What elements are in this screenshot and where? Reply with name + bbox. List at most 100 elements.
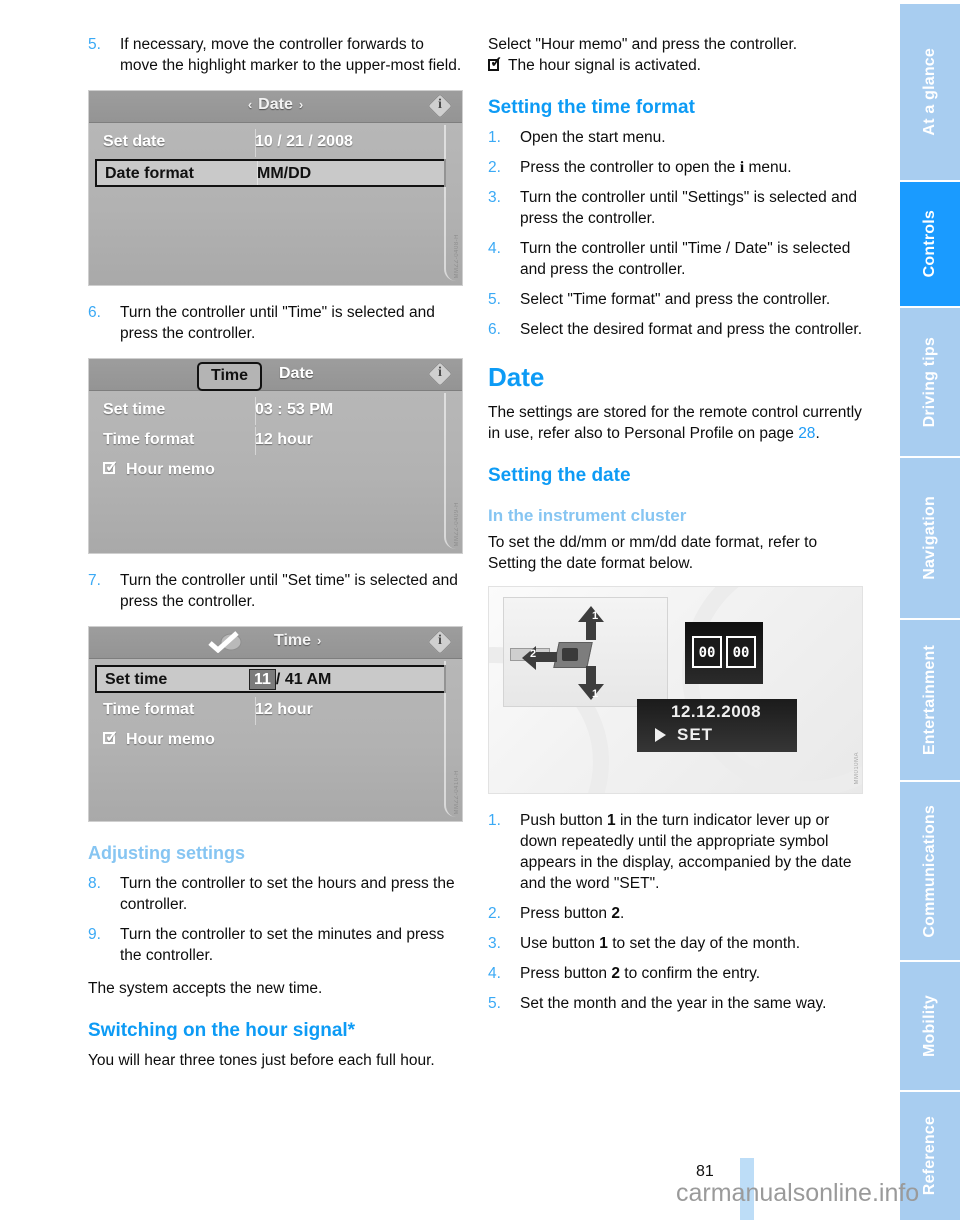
callout-1-top: 1 xyxy=(592,610,599,622)
step-number: 2. xyxy=(488,905,501,922)
hour-signal-text: You will hear three tones just before ea… xyxy=(88,1052,435,1069)
sidebar-item-entertainment[interactable]: Entertainment xyxy=(900,620,960,780)
remaining-time-value: / 41 AM xyxy=(275,671,332,688)
row-value: 10 / 21 / 2008 xyxy=(255,133,353,150)
sidebar-item-controls[interactable]: Controls xyxy=(900,182,960,306)
row-label: Set time xyxy=(105,671,168,688)
cluster-lcd-display: 12.12.2008 SET xyxy=(637,699,797,752)
step-text-b: . xyxy=(619,905,625,922)
lcd-set-label: SET xyxy=(677,725,714,744)
hour-memo-checkbox-row[interactable]: ✓ Hour memo xyxy=(103,459,215,479)
callout-1-bottom: 1 xyxy=(592,688,599,700)
step-text-a: Press button xyxy=(520,965,612,982)
hour-signal-activated-line: ✓ The hour signal is activated. xyxy=(488,55,863,76)
list-item: 3. Turn the controller until "Settings" … xyxy=(488,187,863,229)
button-ref: 2 xyxy=(611,905,620,922)
step-number: 5. xyxy=(488,995,501,1012)
step-text-b: to set the day of the month. xyxy=(607,935,801,952)
screen-tab-date[interactable]: Date xyxy=(279,365,314,383)
selected-hour-value[interactable]: 11 xyxy=(249,669,276,690)
step-text-a: Set the month and the year in the same w… xyxy=(520,995,827,1012)
tab-label: Driving tips xyxy=(921,336,938,428)
tab-label: Controls xyxy=(921,210,938,278)
list-item: 3. Use button 1 to set the day of the mo… xyxy=(488,933,863,954)
lcd-date-value: 12.12.2008 xyxy=(671,702,762,721)
list-item: 1. Open the start menu. xyxy=(488,127,863,148)
figure-code: MMZZ-0408-H xyxy=(454,234,460,279)
checkbox-checked-icon: ✓ xyxy=(488,54,503,71)
info-badge-icon: i xyxy=(427,361,453,387)
step-text: Select the desired format and press the … xyxy=(520,321,863,338)
tab-label: Mobility xyxy=(921,994,938,1058)
list-item: 5. If necessary, move the controller for… xyxy=(88,34,463,76)
tab-label: Navigation xyxy=(921,496,938,580)
date-digit-right: 00 xyxy=(726,636,756,668)
step-number: 9. xyxy=(88,926,101,943)
page-reference-link[interactable]: 28 xyxy=(798,425,815,442)
next-arrow-icon: › xyxy=(317,633,322,648)
left-step-list-a: 5. If necessary, move the controller for… xyxy=(88,34,463,76)
tab-label: Entertainment xyxy=(921,644,938,756)
step-text: Turn the controller to set the minutes a… xyxy=(120,926,445,964)
table-row: Set time 11/ 41 AM xyxy=(95,665,446,693)
row-label: Time format xyxy=(103,431,195,448)
step-text: If necessary, move the controller forwar… xyxy=(120,36,462,74)
lever-button-graphic xyxy=(562,648,578,661)
screen-title: ‹ Date › xyxy=(89,96,462,114)
checkbox-checked-icon: ✓ xyxy=(103,459,119,476)
row-label: Date format xyxy=(105,165,194,182)
sidebar-item-driving-tips[interactable]: Driving tips xyxy=(900,308,960,456)
list-item: 5. Set the month and the year in the sam… xyxy=(488,993,863,1014)
left-step-list-c: 7. Turn the controller until "Set time" … xyxy=(88,570,463,612)
select-hour-memo-text: Select "Hour memo" and press the control… xyxy=(488,36,798,53)
step-number: 3. xyxy=(488,935,501,952)
step-text-a: Push button xyxy=(520,812,608,829)
info-letter: i xyxy=(438,365,442,380)
list-item: 2. Press the controller to open the i me… xyxy=(488,157,863,178)
figure-code: MM010MA xyxy=(854,752,860,785)
step-text-a: Use button xyxy=(520,935,600,952)
info-letter: i xyxy=(438,633,442,648)
tab-label: Communications xyxy=(921,804,938,938)
watermark-text: carmanualsonline.info xyxy=(676,1179,920,1207)
info-letter: i xyxy=(438,97,442,112)
arrow-up-stem xyxy=(586,620,596,640)
step-number: 6. xyxy=(88,304,101,321)
date-symbol-display: 00 00 xyxy=(685,622,763,684)
screen-tab-time[interactable]: Time xyxy=(197,362,263,391)
hour-memo-checkbox-row[interactable]: ✓ Hour memo xyxy=(103,729,215,749)
step-number: 3. xyxy=(488,189,501,206)
next-arrow-icon: › xyxy=(298,97,304,112)
button-ref: 2 xyxy=(611,965,620,982)
date-intro-paragraph: The settings are stored for the remote c… xyxy=(488,402,863,444)
row-label: Set time xyxy=(103,401,166,418)
turn-indicator-lever-inset: 1 1 2 xyxy=(503,597,668,707)
step-text: Turn the controller until "Time" is sele… xyxy=(120,304,435,342)
section-tab-rail: At a glance Controls Driving tips Naviga… xyxy=(900,0,960,1220)
list-item: 4. Turn the controller until "Time / Dat… xyxy=(488,238,863,280)
table-row: Time format 12 hour xyxy=(95,427,446,455)
row-label: Time format xyxy=(103,701,195,718)
row-value: 11/ 41 AM xyxy=(249,669,332,690)
sidebar-item-mobility[interactable]: Mobility xyxy=(900,962,960,1090)
step-number: 6. xyxy=(488,321,501,338)
info-badge-icon: i xyxy=(427,629,453,655)
idrive-screenshot-set-time: ‹Time› i Set time 11/ 41 AM Time f xyxy=(88,626,463,822)
heading-setting-the-date: Setting the date xyxy=(488,465,631,486)
heading-date: Date xyxy=(488,362,545,392)
step-text-after: menu. xyxy=(744,159,792,176)
system-accepts-text: The system accepts the new time. xyxy=(88,980,323,997)
step-number: 7. xyxy=(88,572,101,589)
idrive-screenshot-date: ‹ Date › i Set date 10 / 21 / 2008 Date fo… xyxy=(88,90,463,286)
sidebar-item-navigation[interactable]: Navigation xyxy=(900,458,960,618)
step-text: Turn the controller to set the hours and… xyxy=(120,875,455,913)
screen-title-bar xyxy=(89,359,462,391)
hour-signal-activated-text: The hour signal is activated. xyxy=(508,57,701,74)
tab-label: At a glance xyxy=(921,48,938,136)
screen-title-text: Time xyxy=(273,632,312,649)
arrow-down-icon xyxy=(578,684,604,700)
table-row: Date format MM/DD xyxy=(95,159,446,187)
sidebar-item-at-a-glance[interactable]: At a glance xyxy=(900,4,960,180)
row-label: Set date xyxy=(103,133,166,150)
sidebar-item-communications[interactable]: Communications xyxy=(900,782,960,960)
